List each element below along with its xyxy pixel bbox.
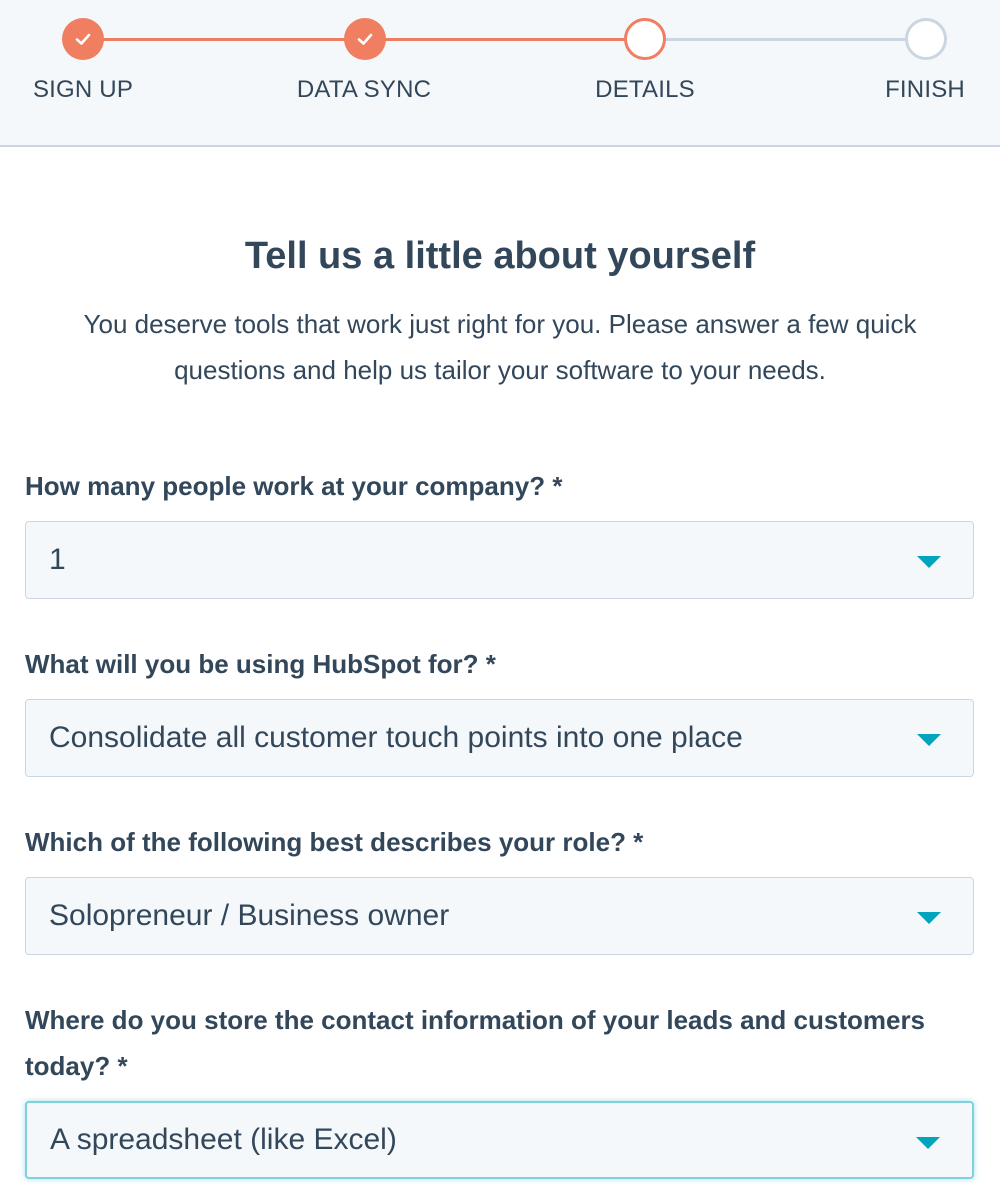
step-details-marker [624, 18, 666, 60]
step-connector-3 [645, 38, 925, 41]
step-connector-2 [365, 38, 645, 41]
step-label-details: DETAILS [595, 76, 695, 103]
progress-stepper: SIGN UP DATA SYNC DETAILS FINISH [0, 0, 1000, 147]
step-connector-1 [83, 38, 365, 41]
contact-storage-value: A spreadsheet (like Excel) [50, 1123, 397, 1156]
caret-down-icon [916, 1137, 940, 1149]
usage-select[interactable]: Consolidate all customer touch points in… [25, 699, 974, 777]
usage-value: Consolidate all customer touch points in… [49, 721, 743, 754]
question-usage-label: What will you be using HubSpot for? * [25, 649, 496, 679]
caret-down-icon [917, 556, 941, 568]
caret-down-icon [917, 912, 941, 924]
step-label-data-sync: DATA SYNC [296, 76, 432, 103]
page-title: Tell us a little about yourself [244, 235, 756, 277]
company-size-select[interactable]: 1 [25, 521, 974, 599]
step-finish-marker [905, 18, 947, 60]
page-subtitle: You deserve tools that work just right f… [83, 309, 917, 385]
step-label-sign-up: SIGN UP [32, 76, 134, 103]
step-label-finish: FINISH [885, 76, 965, 103]
role-value: Solopreneur / Business owner [49, 899, 450, 932]
contact-storage-select[interactable]: A spreadsheet (like Excel) [25, 1101, 974, 1179]
step-data-sync-marker [344, 18, 386, 60]
caret-down-icon [917, 734, 941, 746]
check-icon [75, 33, 91, 45]
question-contact-storage-label: Where do you store the contact informati… [25, 1005, 926, 1081]
onboarding-form: Tell us a little about yourself You dese… [0, 233, 1000, 1179]
company-size-value: 1 [49, 543, 66, 576]
check-icon [357, 33, 373, 45]
step-sign-up-marker [62, 18, 104, 60]
question-company-size-label: How many people work at your company? * [25, 471, 563, 501]
role-select[interactable]: Solopreneur / Business owner [25, 877, 974, 955]
question-role-label: Which of the following best describes yo… [25, 827, 644, 857]
